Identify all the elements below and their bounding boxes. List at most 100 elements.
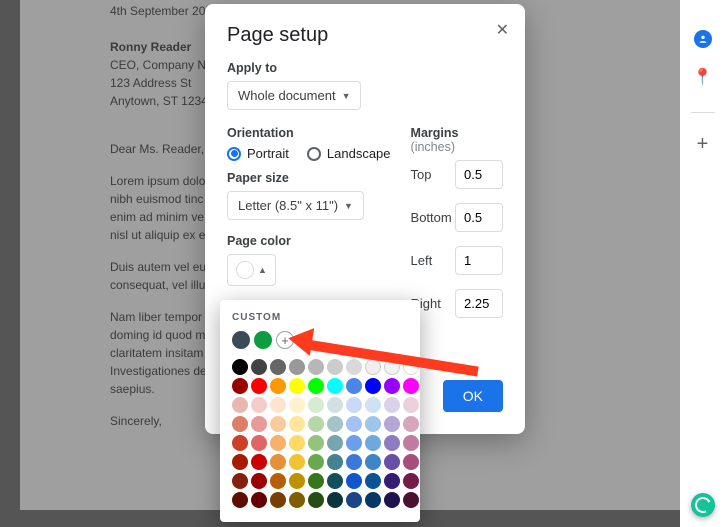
maps-icon[interactable]: 📍 [694,68,712,86]
color-swatch[interactable] [384,397,400,413]
color-swatch[interactable] [327,378,343,394]
color-swatch[interactable] [251,416,267,432]
color-swatch[interactable] [232,492,248,508]
color-swatch[interactable] [365,397,381,413]
color-swatch[interactable] [251,378,267,394]
color-swatch[interactable] [384,378,400,394]
color-swatch[interactable] [327,454,343,470]
color-swatch[interactable] [365,359,381,375]
color-swatch[interactable] [270,454,286,470]
color-swatch[interactable] [251,454,267,470]
color-swatch[interactable] [346,397,362,413]
color-swatch[interactable] [270,359,286,375]
color-swatch[interactable] [308,416,324,432]
portrait-radio[interactable]: Portrait [227,146,289,161]
close-icon[interactable]: ✕ [496,20,509,40]
custom-colors-row: + [232,331,408,349]
ok-button[interactable]: OK [443,380,503,412]
color-swatch[interactable] [308,473,324,489]
custom-color-swatch[interactable] [254,331,272,349]
color-swatch[interactable] [270,378,286,394]
add-addon-icon[interactable]: + [694,135,712,153]
color-swatch[interactable] [327,435,343,451]
color-swatch[interactable] [232,416,248,432]
color-swatch[interactable] [327,473,343,489]
color-swatch[interactable] [365,378,381,394]
color-swatch[interactable] [365,454,381,470]
color-swatch[interactable] [270,473,286,489]
color-swatch[interactable] [403,454,419,470]
color-swatch[interactable] [251,359,267,375]
color-swatch[interactable] [403,378,419,394]
color-swatch[interactable] [384,454,400,470]
color-swatch[interactable] [403,435,419,451]
add-custom-color-button[interactable]: + [276,331,294,349]
color-swatch[interactable] [403,397,419,413]
landscape-label: Landscape [327,146,391,161]
color-swatch[interactable] [308,397,324,413]
grammarly-icon[interactable] [691,493,715,517]
color-swatch[interactable] [384,473,400,489]
color-swatch[interactable] [403,359,419,375]
paper-size-select[interactable]: Letter (8.5" x 11") ▼ [227,191,364,220]
color-swatch[interactable] [270,416,286,432]
color-swatch[interactable] [346,378,362,394]
color-swatch[interactable] [346,473,362,489]
color-swatch[interactable] [384,435,400,451]
margin-left-input[interactable] [455,246,503,275]
color-swatch[interactable] [365,416,381,432]
color-swatch[interactable] [289,492,305,508]
margin-right-input[interactable] [455,289,503,318]
color-swatch[interactable] [232,359,248,375]
color-swatch[interactable] [308,454,324,470]
color-swatch[interactable] [365,473,381,489]
color-swatch[interactable] [270,435,286,451]
color-swatch[interactable] [384,492,400,508]
color-swatch[interactable] [308,435,324,451]
margin-bottom-input[interactable] [455,203,503,232]
contacts-icon[interactable] [694,30,712,48]
page-color-swatch-button[interactable]: ▲ [227,254,276,286]
color-swatch[interactable] [365,435,381,451]
custom-color-swatch[interactable] [232,331,250,349]
color-swatch[interactable] [346,416,362,432]
color-swatch[interactable] [346,454,362,470]
color-swatch[interactable] [232,473,248,489]
color-swatch[interactable] [270,492,286,508]
color-swatch[interactable] [403,416,419,432]
margin-top-input[interactable] [455,160,503,189]
color-swatch[interactable] [251,435,267,451]
color-swatch[interactable] [289,359,305,375]
color-swatch[interactable] [346,359,362,375]
color-swatch[interactable] [289,473,305,489]
color-swatch[interactable] [232,378,248,394]
color-swatch[interactable] [327,359,343,375]
landscape-radio[interactable]: Landscape [307,146,391,161]
color-swatch[interactable] [403,473,419,489]
color-swatch[interactable] [251,492,267,508]
color-swatch[interactable] [289,378,305,394]
color-swatch[interactable] [365,492,381,508]
color-swatch[interactable] [232,454,248,470]
color-swatch[interactable] [251,397,267,413]
color-swatch[interactable] [384,359,400,375]
color-swatch[interactable] [384,416,400,432]
apply-to-select[interactable]: Whole document ▼ [227,81,361,110]
color-swatch[interactable] [327,492,343,508]
color-swatch[interactable] [251,473,267,489]
color-swatch[interactable] [346,492,362,508]
color-swatch[interactable] [289,454,305,470]
color-swatch[interactable] [289,397,305,413]
color-swatch[interactable] [289,416,305,432]
color-swatch[interactable] [327,416,343,432]
color-swatch[interactable] [327,397,343,413]
color-swatch[interactable] [308,492,324,508]
color-swatch[interactable] [308,378,324,394]
color-swatch[interactable] [270,397,286,413]
color-swatch[interactable] [308,359,324,375]
color-swatch[interactable] [346,435,362,451]
color-swatch[interactable] [232,397,248,413]
color-swatch[interactable] [403,492,419,508]
color-swatch[interactable] [289,435,305,451]
color-swatch[interactable] [232,435,248,451]
